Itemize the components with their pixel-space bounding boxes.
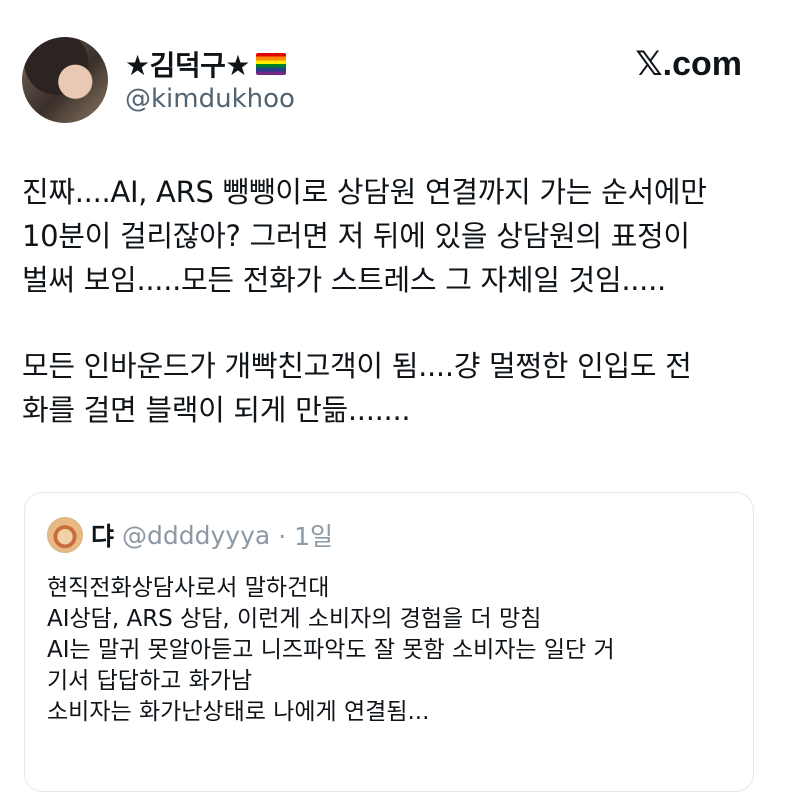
tweet-line: 모든 인바운드가 개빡친고객이 됨....걍 멀쩡한 인입도 전 (22, 349, 692, 383)
tweet-text: 진짜....AI, ARS 뺑뺑이로 상담원 연결까지 가는 순서에만 10분이… (22, 170, 782, 432)
quote-line: AI상담, ARS 상담, 이런게 소비자의 경험을 더 망침 (47, 606, 542, 632)
quoted-tweet-time[interactable]: · 1일 (278, 517, 333, 553)
user-handle[interactable]: @kimdukhoo (125, 84, 295, 114)
x-logo: 𝕏.com (635, 45, 742, 83)
quoted-tweet-header: 댜 @ddddyyya · 1일 (47, 517, 333, 553)
tweet-line: 화를 걸면 블랙이 되게 만듦....... (22, 393, 411, 427)
quote-line: AI는 말귀 못알아듣고 니즈파악도 잘 못함 소비자는 일단 거 (47, 637, 615, 663)
quote-line: 기서 답답하고 화가남 (47, 668, 253, 694)
rainbow-flag-icon (255, 53, 286, 75)
tweet-line: 10분이 걸리잖아? 그러면 저 뒤에 있을 상담원의 표정이 (22, 219, 690, 253)
quoted-user-handle[interactable]: @ddddyyya (122, 521, 270, 550)
quoted-tweet-text: 현직전화상담사로서 말하건대 AI상담, ARS 상담, 이런게 소비자의 경험… (47, 573, 737, 728)
quote-line: 현직전화상담사로서 말하건대 (47, 575, 330, 601)
user-avatar[interactable] (22, 37, 108, 123)
quoted-user-avatar[interactable] (47, 517, 83, 553)
display-name[interactable]: ★김덕구★ (125, 44, 286, 84)
tweet-line: 벌써 보임.....모든 전화가 스트레스 그 자체일 것임..... (22, 263, 666, 297)
quote-line: 소비자는 화가난상태로 나에게 연결됨... (47, 699, 430, 725)
display-name-text: ★김덕구★ (125, 49, 250, 82)
quoted-tweet-card[interactable]: 댜 @ddddyyya · 1일 현직전화상담사로서 말하건대 AI상담, AR… (24, 492, 754, 792)
quoted-user-name[interactable]: 댜 (91, 517, 114, 553)
tweet-line: 진짜....AI, ARS 뺑뺑이로 상담원 연결까지 가는 순서에만 (22, 175, 707, 209)
